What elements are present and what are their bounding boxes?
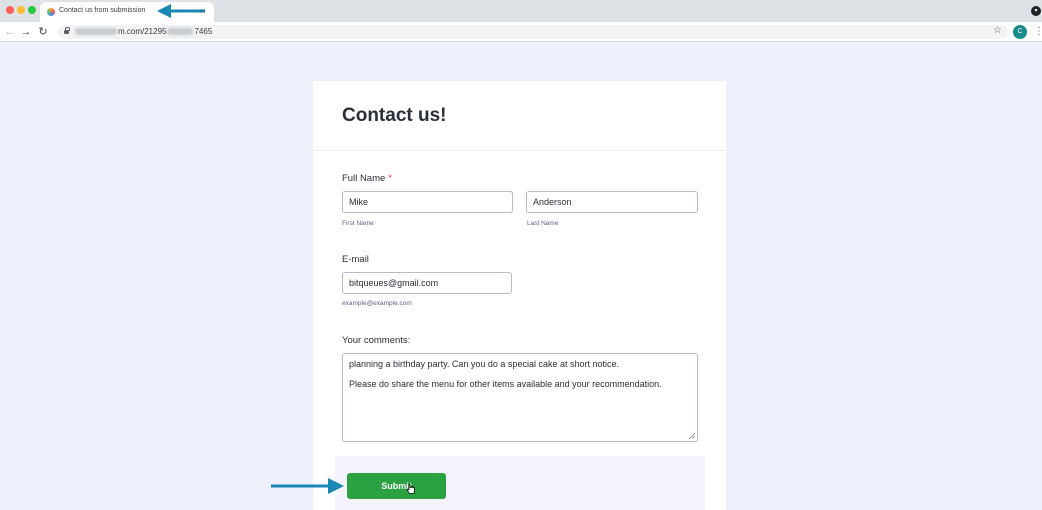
annotation-arrow-submit bbox=[271, 478, 344, 494]
form-header: Contact us! bbox=[313, 81, 726, 151]
star-icon[interactable]: ☆ bbox=[993, 24, 1002, 38]
back-arrow-icon[interactable]: ← bbox=[3, 25, 17, 39]
email-sublabel: example@example.com bbox=[342, 300, 412, 307]
hand-cursor-icon bbox=[406, 483, 415, 494]
tab-search-icon[interactable]: ▾ bbox=[1031, 6, 1041, 16]
tab-title: Contact us from submission bbox=[59, 7, 146, 14]
url-text: m.com/21295 7465 bbox=[75, 27, 212, 36]
comments-textarea[interactable]: planning a birthday party. Can you do a … bbox=[342, 353, 698, 442]
first-name-input[interactable]: Mike bbox=[342, 191, 513, 213]
window-minimize-dot[interactable] bbox=[17, 6, 25, 14]
browser-toolbar: ← → ↻ m.com/21295 7465 ☆ C ⋮ bbox=[0, 22, 1042, 42]
first-name-sublabel: First Name bbox=[342, 220, 374, 227]
window-close-dot[interactable] bbox=[6, 6, 14, 14]
forward-arrow-icon[interactable]: → bbox=[19, 25, 33, 39]
submit-area: Submit bbox=[335, 456, 705, 510]
url-tail-part: 7465 bbox=[194, 27, 213, 36]
comments-line: planning a birthday party. Can you do a … bbox=[349, 359, 619, 369]
resize-handle-icon[interactable] bbox=[689, 433, 695, 439]
kebab-menu-icon[interactable]: ⋮ bbox=[1034, 25, 1042, 39]
email-input[interactable]: bitqueues@gmail.com bbox=[342, 272, 512, 294]
lock-icon bbox=[64, 27, 70, 34]
comments-line: Please do share the menu for other items… bbox=[349, 379, 662, 389]
last-name-sublabel: Last Name bbox=[527, 220, 559, 227]
url-redacted-part bbox=[167, 28, 194, 36]
url-visible-part: m.com/21295 bbox=[118, 27, 167, 36]
email-label: E-mail bbox=[342, 254, 369, 265]
window-maximize-dot[interactable] bbox=[28, 6, 36, 14]
last-name-input[interactable]: Anderson bbox=[526, 191, 698, 213]
comments-label: Your comments: bbox=[342, 335, 411, 346]
full-name-label: Full Name * bbox=[342, 173, 392, 184]
address-bar[interactable]: m.com/21295 7465 bbox=[58, 25, 1008, 39]
profile-avatar[interactable]: C bbox=[1013, 25, 1027, 39]
url-redacted-part bbox=[75, 28, 117, 36]
reload-icon[interactable]: ↻ bbox=[36, 25, 50, 39]
form-title: Contact us! bbox=[342, 105, 447, 126]
favicon-icon bbox=[47, 8, 55, 16]
contact-form-card: Contact us! Full Name * Mike First Name A… bbox=[313, 81, 726, 510]
submit-button[interactable]: Submit bbox=[347, 473, 446, 499]
required-mark: * bbox=[388, 173, 392, 184]
annotation-arrow-tab bbox=[157, 4, 205, 18]
